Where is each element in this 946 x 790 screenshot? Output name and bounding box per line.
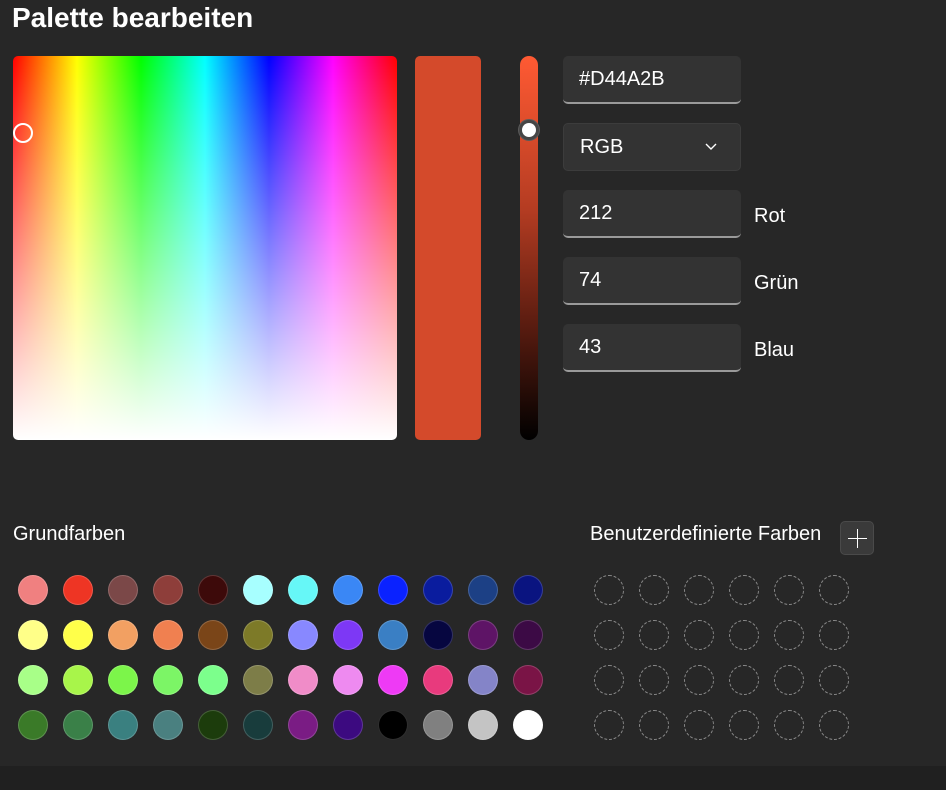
- color-model-value: RGB: [580, 136, 624, 158]
- basic-color-swatch[interactable]: [333, 575, 363, 605]
- basic-color-swatch[interactable]: [378, 575, 408, 605]
- basic-color-swatch[interactable]: [198, 620, 228, 650]
- basic-color-swatch[interactable]: [468, 575, 498, 605]
- blue-label: Blau: [754, 339, 795, 361]
- custom-color-slot[interactable]: [684, 710, 714, 740]
- red-input[interactable]: 212: [563, 190, 741, 238]
- chevron-down-icon: [705, 143, 717, 150]
- green-input[interactable]: 74: [563, 257, 741, 305]
- basic-color-swatch[interactable]: [198, 710, 228, 740]
- basic-color-swatch[interactable]: [378, 665, 408, 695]
- custom-color-slot[interactable]: [729, 575, 759, 605]
- basic-color-swatch[interactable]: [423, 620, 453, 650]
- basic-color-swatch[interactable]: [423, 710, 453, 740]
- basic-color-swatch[interactable]: [108, 575, 138, 605]
- basic-color-swatch[interactable]: [63, 665, 93, 695]
- basic-color-swatch[interactable]: [18, 710, 48, 740]
- basic-color-swatch[interactable]: [468, 665, 498, 695]
- basic-color-swatch[interactable]: [243, 620, 273, 650]
- custom-color-slot[interactable]: [684, 575, 714, 605]
- custom-color-slot[interactable]: [819, 665, 849, 695]
- basic-color-swatch[interactable]: [423, 575, 453, 605]
- basic-color-swatch[interactable]: [378, 710, 408, 740]
- basic-color-swatch[interactable]: [333, 665, 363, 695]
- custom-color-slot[interactable]: [774, 665, 804, 695]
- custom-color-slot[interactable]: [774, 710, 804, 740]
- custom-color-slot[interactable]: [819, 710, 849, 740]
- custom-color-slot[interactable]: [684, 620, 714, 650]
- custom-color-slot[interactable]: [729, 710, 759, 740]
- basic-color-swatch[interactable]: [153, 575, 183, 605]
- basic-color-swatch[interactable]: [153, 710, 183, 740]
- basic-color-swatch[interactable]: [108, 620, 138, 650]
- basic-color-swatch[interactable]: [18, 575, 48, 605]
- color-preview: [415, 56, 481, 440]
- basic-color-swatch[interactable]: [18, 620, 48, 650]
- custom-color-slot[interactable]: [594, 575, 624, 605]
- custom-color-slot[interactable]: [684, 665, 714, 695]
- basic-color-swatch[interactable]: [198, 665, 228, 695]
- red-label: Rot: [754, 205, 786, 227]
- basic-color-swatch[interactable]: [288, 620, 318, 650]
- custom-color-slot[interactable]: [639, 665, 669, 695]
- basic-color-swatch[interactable]: [198, 575, 228, 605]
- custom-color-slot[interactable]: [729, 665, 759, 695]
- custom-color-slot[interactable]: [729, 620, 759, 650]
- custom-color-slot[interactable]: [594, 620, 624, 650]
- basic-color-swatch[interactable]: [333, 710, 363, 740]
- blue-input[interactable]: 43: [563, 324, 741, 372]
- custom-color-slot[interactable]: [819, 620, 849, 650]
- basic-color-swatch[interactable]: [153, 620, 183, 650]
- basic-color-swatch[interactable]: [243, 710, 273, 740]
- footer-bar: [0, 766, 946, 790]
- basic-color-swatch[interactable]: [378, 620, 408, 650]
- basic-color-swatch[interactable]: [468, 710, 498, 740]
- basic-color-swatch[interactable]: [108, 665, 138, 695]
- custom-color-slot[interactable]: [594, 710, 624, 740]
- value-slider-thumb[interactable]: [518, 119, 540, 141]
- spectrum-handle[interactable]: [13, 123, 33, 143]
- green-label: Grün: [754, 272, 799, 294]
- color-spectrum[interactable]: [13, 56, 397, 440]
- value-slider[interactable]: [520, 56, 538, 440]
- basic-color-swatch[interactable]: [63, 620, 93, 650]
- basic-color-swatch[interactable]: [513, 710, 543, 740]
- custom-color-slot[interactable]: [639, 575, 669, 605]
- basic-color-swatch[interactable]: [288, 575, 318, 605]
- custom-color-slot[interactable]: [639, 710, 669, 740]
- custom-color-slot[interactable]: [819, 575, 849, 605]
- custom-colors-label: Benutzerdefinierte Farben: [590, 523, 822, 545]
- basic-color-swatch[interactable]: [63, 575, 93, 605]
- basic-color-swatch[interactable]: [333, 620, 363, 650]
- color-model-dropdown[interactable]: RGB: [563, 123, 741, 171]
- basic-color-swatch[interactable]: [513, 620, 543, 650]
- basic-color-swatch[interactable]: [513, 665, 543, 695]
- custom-color-slot[interactable]: [594, 665, 624, 695]
- custom-color-slot[interactable]: [774, 620, 804, 650]
- basic-color-swatch[interactable]: [153, 665, 183, 695]
- basic-color-swatch[interactable]: [243, 575, 273, 605]
- add-custom-color-button[interactable]: [840, 521, 874, 555]
- custom-color-slot[interactable]: [639, 620, 669, 650]
- basic-color-swatch[interactable]: [468, 620, 498, 650]
- basic-color-swatch[interactable]: [423, 665, 453, 695]
- page-title: Palette bearbeiten: [12, 2, 254, 33]
- basic-color-swatch[interactable]: [63, 710, 93, 740]
- basic-color-swatch[interactable]: [513, 575, 543, 605]
- hex-input[interactable]: #D44A2B: [563, 56, 741, 104]
- custom-color-slot[interactable]: [774, 575, 804, 605]
- basic-colors-label: Grundfarben: [13, 523, 126, 545]
- basic-color-swatch[interactable]: [18, 665, 48, 695]
- basic-color-swatch[interactable]: [108, 710, 138, 740]
- basic-color-swatch[interactable]: [243, 665, 273, 695]
- basic-color-swatch[interactable]: [288, 665, 318, 695]
- basic-color-swatch[interactable]: [288, 710, 318, 740]
